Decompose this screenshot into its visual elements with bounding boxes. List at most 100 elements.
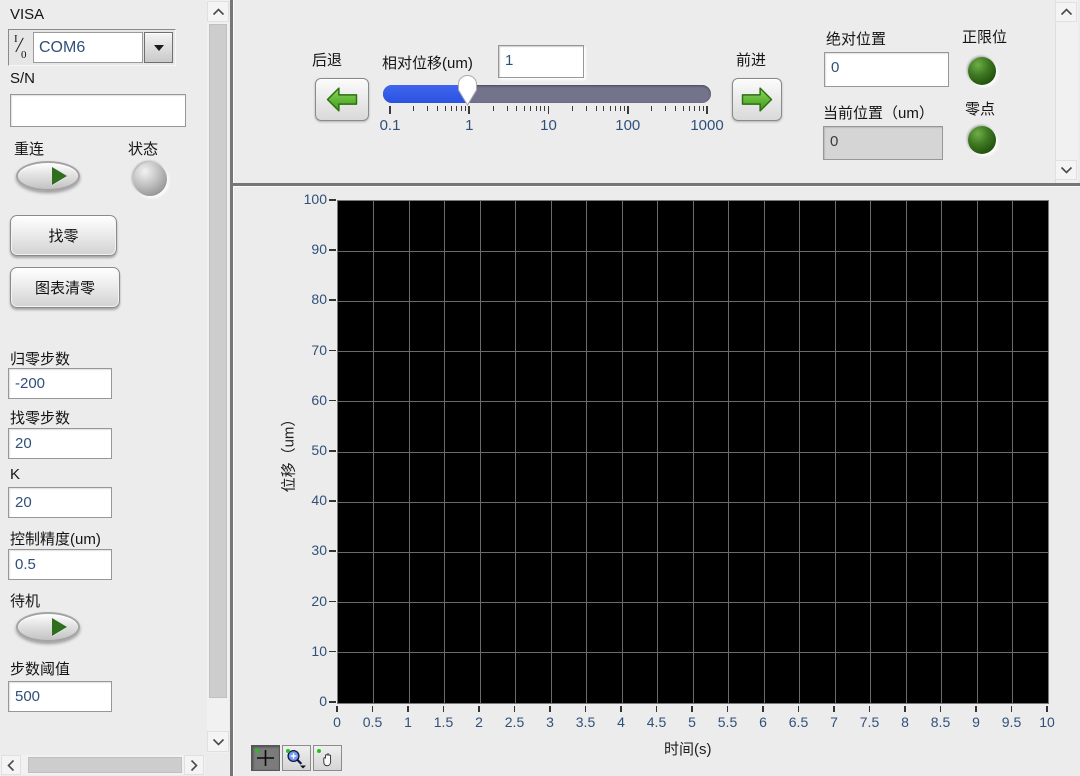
scroll-down-button[interactable] bbox=[1055, 160, 1077, 180]
scroll-left-button[interactable] bbox=[1, 755, 21, 775]
slider-minor-tick bbox=[451, 106, 452, 111]
x-tick bbox=[585, 706, 586, 712]
x-tick-label: 0.5 bbox=[351, 714, 395, 730]
visa-combo-dropdown-button[interactable] bbox=[144, 32, 173, 63]
x-tick-label: 7 bbox=[812, 714, 856, 730]
x-tick-label: 0 bbox=[315, 714, 359, 730]
slider-minor-tick bbox=[445, 106, 446, 111]
slider-major-tick bbox=[706, 106, 708, 114]
sn-input[interactable] bbox=[10, 94, 186, 127]
slider-minor-tick bbox=[620, 106, 621, 111]
chart-clear-button[interactable]: 图表清零 bbox=[10, 267, 120, 308]
x-tick-label: 5.5 bbox=[706, 714, 750, 730]
gridline-horizontal bbox=[338, 401, 1048, 402]
slider-minor-tick bbox=[544, 106, 545, 111]
graph-tool-zoom-button[interactable] bbox=[282, 745, 311, 771]
slider-minor-tick bbox=[703, 106, 704, 111]
x-tick bbox=[727, 706, 728, 712]
x-tick bbox=[620, 706, 621, 712]
find-zero-steps-label: 找零步数 bbox=[10, 407, 70, 428]
back-button[interactable] bbox=[315, 78, 369, 121]
relative-displacement-slider[interactable] bbox=[383, 85, 711, 103]
back-label: 后退 bbox=[312, 49, 342, 70]
scroll-up-button[interactable] bbox=[207, 1, 229, 22]
gridline-horizontal bbox=[338, 301, 1048, 302]
graph-tool-crosshair-button[interactable] bbox=[251, 745, 280, 771]
y-axis-title: 位移（um） bbox=[278, 412, 299, 493]
x-tick bbox=[372, 706, 373, 712]
y-tick-label: 90 bbox=[275, 241, 327, 257]
sidebar-hscroll-thumb[interactable] bbox=[28, 757, 182, 773]
x-tick bbox=[869, 706, 870, 712]
sidebar-vscroll-thumb[interactable] bbox=[209, 24, 227, 698]
graph-tool-pan-button[interactable] bbox=[313, 745, 342, 771]
forward-button[interactable] bbox=[732, 78, 782, 121]
relative-displacement-input[interactable]: 1 bbox=[498, 45, 584, 78]
x-tick-label: 1.5 bbox=[422, 714, 466, 730]
find-zero-steps-input[interactable]: 20 bbox=[8, 428, 112, 459]
visa-combo[interactable]: I 0 COM6 bbox=[8, 29, 176, 66]
slider-thumb[interactable] bbox=[456, 74, 479, 108]
standby-toggle[interactable] bbox=[16, 612, 80, 642]
top-pane-vscrollbar[interactable] bbox=[1055, 0, 1078, 183]
gridline-horizontal bbox=[338, 502, 1048, 503]
x-tick bbox=[514, 706, 515, 712]
step-threshold-input[interactable]: 500 bbox=[8, 681, 112, 712]
zero-steps-input[interactable]: -200 bbox=[8, 368, 112, 399]
io-icon-top: I bbox=[14, 33, 18, 45]
slider-minor-tick bbox=[675, 106, 676, 111]
x-tick bbox=[691, 706, 692, 712]
x-tick-label: 8 bbox=[883, 714, 927, 730]
x-tick-label: 2 bbox=[457, 714, 501, 730]
y-tick bbox=[329, 299, 336, 301]
sn-label: S/N bbox=[10, 70, 35, 87]
slider-scale-label: 10 bbox=[521, 117, 577, 134]
arrow-left-icon bbox=[324, 85, 360, 114]
slider-minor-tick bbox=[615, 106, 616, 111]
control-precision-input[interactable]: 0.5 bbox=[8, 549, 112, 580]
gridline-horizontal bbox=[338, 251, 1048, 252]
x-tick-label: 4 bbox=[599, 714, 643, 730]
slider-minor-tick bbox=[427, 106, 428, 111]
visa-combo-value[interactable]: COM6 bbox=[33, 32, 143, 63]
y-tick bbox=[329, 701, 336, 703]
positive-limit-label: 正限位 bbox=[962, 26, 1007, 47]
slider-scale-label: 1 bbox=[441, 117, 497, 134]
chevron-right-icon bbox=[190, 759, 198, 772]
control-precision-label: 控制精度(um) bbox=[10, 528, 101, 549]
y-tick bbox=[329, 400, 336, 402]
reconnect-toggle[interactable] bbox=[16, 161, 80, 191]
slider-minor-tick bbox=[465, 106, 466, 111]
find-zero-button[interactable]: 找零 bbox=[10, 215, 117, 256]
gridline-horizontal bbox=[338, 552, 1048, 553]
pane-splitter-horizontal[interactable] bbox=[233, 183, 1080, 186]
slider-major-tick bbox=[548, 106, 550, 114]
x-tick-label: 7.5 bbox=[848, 714, 892, 730]
scroll-down-button[interactable] bbox=[207, 731, 229, 752]
y-tick bbox=[329, 249, 336, 251]
slider-minor-tick bbox=[699, 106, 700, 111]
k-input[interactable]: 20 bbox=[8, 487, 112, 518]
absolute-position-input[interactable]: 0 bbox=[824, 52, 949, 87]
y-tick-label: 40 bbox=[275, 492, 327, 508]
slider-minor-tick bbox=[683, 106, 684, 111]
slider-minor-tick bbox=[694, 106, 695, 111]
gridline-horizontal bbox=[338, 602, 1048, 603]
scroll-up-button[interactable] bbox=[1055, 2, 1077, 22]
play-arrow-icon bbox=[52, 167, 67, 185]
slider-minor-tick bbox=[665, 106, 666, 111]
x-tick bbox=[1046, 706, 1047, 712]
slider-minor-tick bbox=[530, 106, 531, 111]
x-tick bbox=[407, 706, 408, 712]
slider-minor-tick bbox=[413, 106, 414, 111]
scroll-right-button[interactable] bbox=[184, 755, 204, 775]
x-tick-label: 8.5 bbox=[919, 714, 963, 730]
x-tick bbox=[478, 706, 479, 712]
step-threshold-label: 步数阈值 bbox=[10, 658, 70, 679]
y-tick-label: 80 bbox=[275, 291, 327, 307]
y-tick bbox=[329, 500, 336, 502]
x-tick bbox=[656, 706, 657, 712]
x-tick bbox=[940, 706, 941, 712]
positive-limit-led bbox=[968, 57, 996, 85]
labview-front-panel: VISA I 0 COM6 S/N 重连 状态 找零 图表清零 归零步数 -20… bbox=[0, 0, 1080, 776]
